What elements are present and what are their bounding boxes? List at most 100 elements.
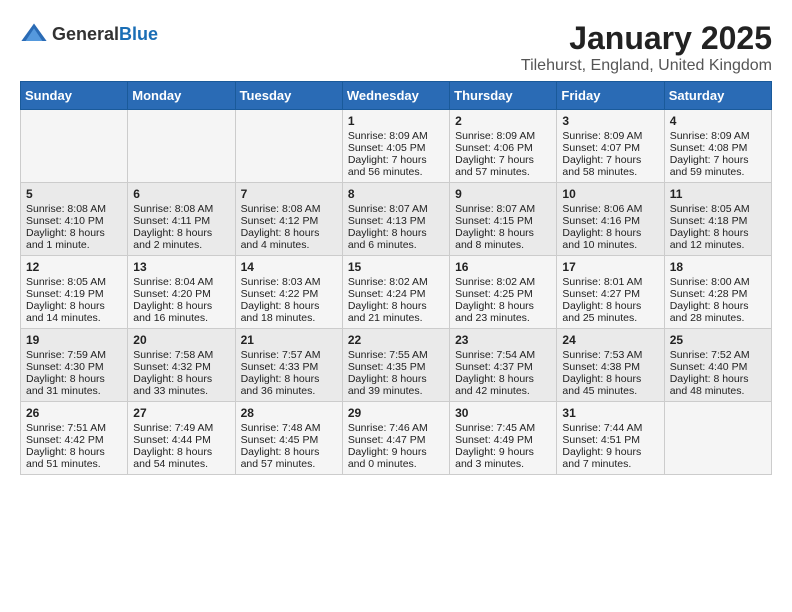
day-info-line: Sunrise: 8:01 AM	[562, 276, 658, 288]
main-title: January 2025	[521, 20, 772, 57]
calendar-day-cell	[664, 402, 771, 475]
calendar-day-cell: 16Sunrise: 8:02 AMSunset: 4:25 PMDayligh…	[450, 256, 557, 329]
day-info-line: Sunrise: 7:59 AM	[26, 349, 122, 361]
weekday-header-saturday: Saturday	[664, 82, 771, 110]
weekday-header-monday: Monday	[128, 82, 235, 110]
day-info-line: Sunrise: 8:00 AM	[670, 276, 766, 288]
calendar-day-cell: 20Sunrise: 7:58 AMSunset: 4:32 PMDayligh…	[128, 329, 235, 402]
calendar-day-cell: 22Sunrise: 7:55 AMSunset: 4:35 PMDayligh…	[342, 329, 449, 402]
calendar-day-cell: 29Sunrise: 7:46 AMSunset: 4:47 PMDayligh…	[342, 402, 449, 475]
day-info-line: and 51 minutes.	[26, 458, 122, 470]
calendar-day-cell: 30Sunrise: 7:45 AMSunset: 4:49 PMDayligh…	[450, 402, 557, 475]
calendar-table: SundayMondayTuesdayWednesdayThursdayFrid…	[20, 81, 772, 475]
day-info-line: Daylight: 8 hours	[133, 227, 229, 239]
logo-general-text: General	[52, 24, 119, 44]
day-number: 2	[455, 114, 551, 128]
weekday-header-thursday: Thursday	[450, 82, 557, 110]
day-info-line: Sunset: 4:11 PM	[133, 215, 229, 227]
day-info-line: Daylight: 7 hours	[455, 154, 551, 166]
day-info-line: Sunrise: 7:54 AM	[455, 349, 551, 361]
day-info-line: Sunset: 4:27 PM	[562, 288, 658, 300]
calendar-day-cell: 27Sunrise: 7:49 AMSunset: 4:44 PMDayligh…	[128, 402, 235, 475]
day-number: 7	[241, 187, 337, 201]
day-info-line: and 7 minutes.	[562, 458, 658, 470]
day-info-line: Sunrise: 7:51 AM	[26, 422, 122, 434]
day-info-line: Sunrise: 7:52 AM	[670, 349, 766, 361]
subtitle: Tilehurst, England, United Kingdom	[521, 57, 772, 75]
calendar-day-cell: 12Sunrise: 8:05 AMSunset: 4:19 PMDayligh…	[21, 256, 128, 329]
day-info-line: Daylight: 8 hours	[562, 373, 658, 385]
day-number: 12	[26, 260, 122, 274]
day-info-line: Daylight: 8 hours	[562, 300, 658, 312]
weekday-header-row: SundayMondayTuesdayWednesdayThursdayFrid…	[21, 82, 772, 110]
day-info-line: Daylight: 8 hours	[133, 300, 229, 312]
calendar-day-cell	[21, 110, 128, 183]
day-number: 11	[670, 187, 766, 201]
calendar-day-cell: 6 Sunrise: 8:08 AMSunset: 4:11 PMDaylight…	[128, 183, 235, 256]
calendar-day-cell: 23Sunrise: 7:54 AMSunset: 4:37 PMDayligh…	[450, 329, 557, 402]
day-number: 25	[670, 333, 766, 347]
day-info-line: Sunrise: 7:49 AM	[133, 422, 229, 434]
day-info-line: Daylight: 8 hours	[241, 446, 337, 458]
day-info-line: Sunrise: 8:06 AM	[562, 203, 658, 215]
day-info-line: Sunset: 4:22 PM	[241, 288, 337, 300]
calendar-day-cell	[235, 110, 342, 183]
day-info-line: and 31 minutes.	[26, 385, 122, 397]
day-info-line: Daylight: 8 hours	[241, 373, 337, 385]
calendar-week-row: 19Sunrise: 7:59 AMSunset: 4:30 PMDayligh…	[21, 329, 772, 402]
day-number: 28	[241, 406, 337, 420]
day-info-line: Sunrise: 8:07 AM	[455, 203, 551, 215]
day-info-line: and 28 minutes.	[670, 312, 766, 324]
day-info-line: Daylight: 8 hours	[670, 300, 766, 312]
day-info-line: Sunrise: 8:03 AM	[241, 276, 337, 288]
day-info-line: Daylight: 8 hours	[26, 300, 122, 312]
day-number: 27	[133, 406, 229, 420]
day-info-line: Sunset: 4:13 PM	[348, 215, 444, 227]
day-info-line: Sunrise: 8:08 AM	[241, 203, 337, 215]
day-number: 3	[562, 114, 658, 128]
day-number: 15	[348, 260, 444, 274]
day-number: 14	[241, 260, 337, 274]
day-number: 23	[455, 333, 551, 347]
day-info-line: Sunset: 4:25 PM	[455, 288, 551, 300]
calendar-day-cell: 31 Sunrise: 7:44 AMSunset: 4:51 PMDayligh…	[557, 402, 664, 475]
day-info-line: Sunrise: 7:44 AM	[562, 422, 658, 434]
day-info-line: Daylight: 8 hours	[241, 227, 337, 239]
day-info-line: Sunrise: 8:08 AM	[133, 203, 229, 215]
day-info-line: and 33 minutes.	[133, 385, 229, 397]
day-info-line: and 21 minutes.	[348, 312, 444, 324]
day-info-line: and 6 minutes.	[348, 239, 444, 251]
day-number: 10	[562, 187, 658, 201]
day-number: 31	[562, 406, 658, 420]
day-info-line: Sunrise: 7:58 AM	[133, 349, 229, 361]
calendar-day-cell: 26Sunrise: 7:51 AMSunset: 4:42 PMDayligh…	[21, 402, 128, 475]
day-info-line: Daylight: 9 hours	[562, 446, 658, 458]
day-info-line: Sunrise: 8:07 AM	[348, 203, 444, 215]
day-number: 21	[241, 333, 337, 347]
day-number: 19	[26, 333, 122, 347]
day-info-line: and 36 minutes.	[241, 385, 337, 397]
day-info-line: Sunrise: 8:09 AM	[348, 130, 444, 142]
day-number: 6	[133, 187, 229, 201]
day-info-line: Daylight: 8 hours	[348, 373, 444, 385]
day-info-line: Sunset: 4:51 PM	[562, 434, 658, 446]
day-info-line: Daylight: 9 hours	[455, 446, 551, 458]
day-info-line: Sunset: 4:08 PM	[670, 142, 766, 154]
day-number: 4	[670, 114, 766, 128]
calendar-day-cell: 10Sunrise: 8:06 AMSunset: 4:16 PMDayligh…	[557, 183, 664, 256]
logo-blue-text: Blue	[119, 24, 158, 44]
day-number: 30	[455, 406, 551, 420]
weekday-header-wednesday: Wednesday	[342, 82, 449, 110]
day-number: 8	[348, 187, 444, 201]
day-info-line: Sunset: 4:10 PM	[26, 215, 122, 227]
calendar-day-cell: 17Sunrise: 8:01 AMSunset: 4:27 PMDayligh…	[557, 256, 664, 329]
calendar-day-cell: 4Sunrise: 8:09 AMSunset: 4:08 PMDaylight…	[664, 110, 771, 183]
day-info-line: and 48 minutes.	[670, 385, 766, 397]
day-info-line: Daylight: 8 hours	[26, 446, 122, 458]
day-info-line: Sunrise: 8:09 AM	[562, 130, 658, 142]
logo-icon	[20, 20, 48, 48]
day-info-line: and 42 minutes.	[455, 385, 551, 397]
day-info-line: Sunset: 4:49 PM	[455, 434, 551, 446]
day-info-line: Daylight: 8 hours	[670, 227, 766, 239]
day-info-line: and 0 minutes.	[348, 458, 444, 470]
